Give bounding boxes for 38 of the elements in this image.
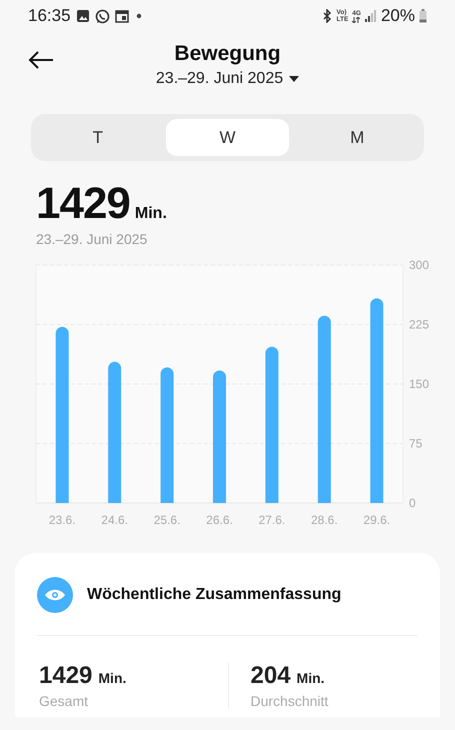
clock: 16:35 (28, 6, 71, 26)
page-title: Bewegung (174, 42, 281, 66)
image-icon (76, 9, 90, 23)
period-tab[interactable]: T (36, 119, 160, 156)
calendar-icon (114, 10, 129, 22)
axis-label: 0 (409, 496, 416, 510)
axis-label: 300 (409, 258, 430, 272)
eye-icon (37, 577, 73, 613)
axis-label: 27.6. (258, 513, 286, 527)
period-tab[interactable]: M (295, 119, 419, 156)
bluetooth-icon (320, 9, 332, 23)
axis-label: 26.6. (206, 513, 233, 527)
stat-label: Gesamt (39, 693, 90, 709)
date-range: 23.–29. Juni 2025 (36, 231, 148, 247)
battery-percent: 20% (380, 6, 415, 26)
stat-value: 204 (250, 662, 291, 690)
unit-label: Min. (296, 670, 325, 686)
card-title: Wöchentliche Zusammenfassung (87, 586, 342, 604)
axis-label: 225 (409, 318, 430, 332)
unit-label: Min. (98, 670, 126, 686)
axis-label: 28.6. (311, 513, 338, 527)
axis-label: 25.6. (154, 513, 180, 527)
stat-label: Durchschnitt (250, 693, 330, 709)
axis-label: 150 (409, 377, 430, 391)
battery-icon (419, 9, 427, 23)
period-tab[interactable]: W (166, 119, 290, 156)
signal-icon (364, 10, 377, 22)
caret-icon (289, 76, 300, 82)
axis-label: 75 (409, 436, 422, 450)
chat-bubble-icon (94, 8, 110, 24)
axis-label: 23.6. (48, 513, 76, 527)
axis-label: 24.6. (101, 513, 128, 527)
data-arrows-icon (352, 16, 360, 22)
unit-label: Min. (134, 205, 167, 223)
stat-value: 1429 (39, 662, 92, 690)
period-dropdown[interactable]: 23.–29. Juni 2025 (156, 70, 300, 88)
total-value: 1429 (36, 179, 130, 229)
axis-label: 29.6. (363, 513, 390, 527)
